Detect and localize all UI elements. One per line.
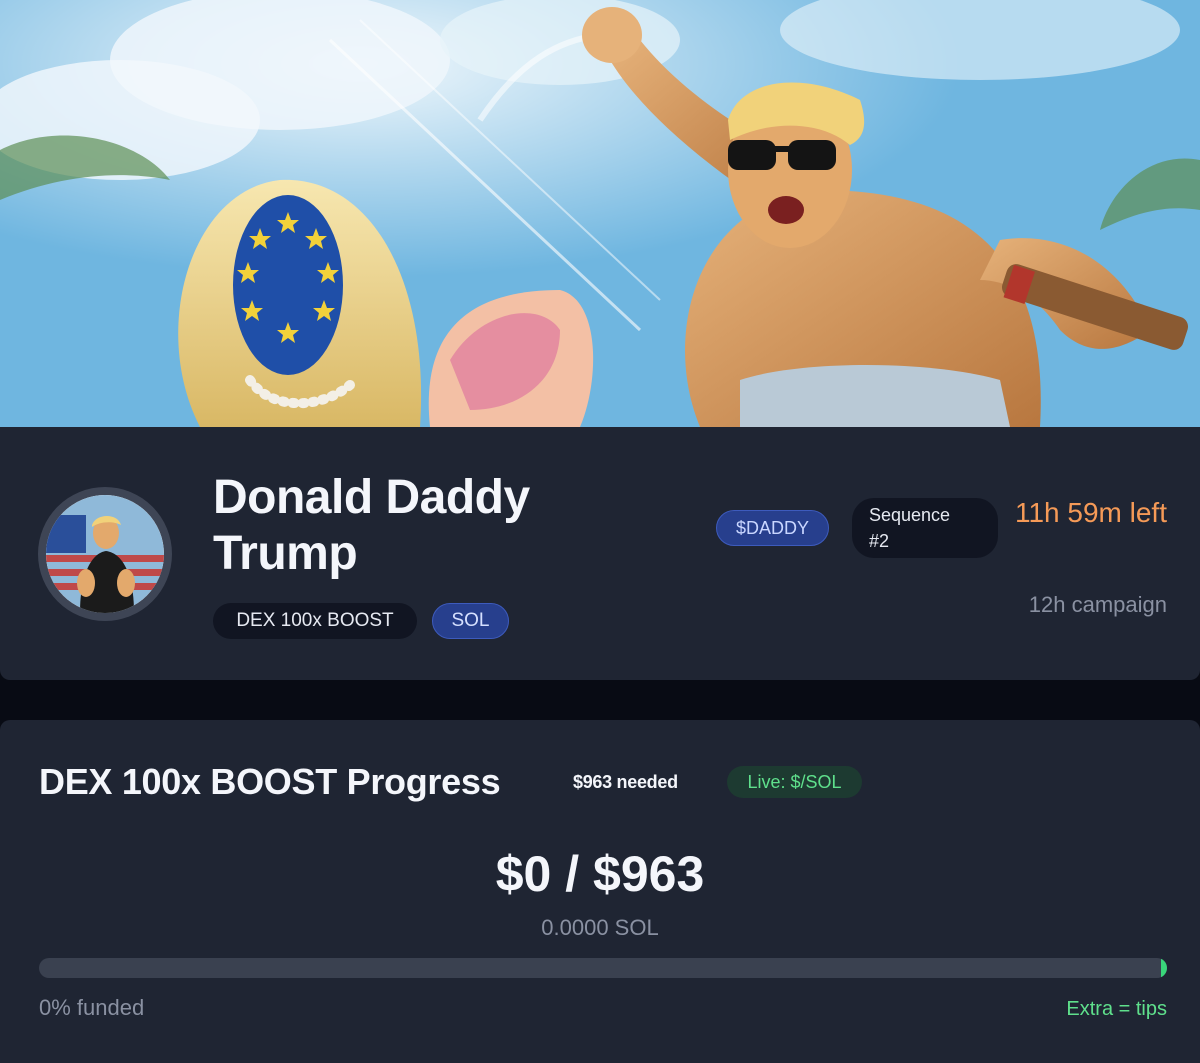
progress-bar-end-cap [1161, 958, 1167, 978]
funded-percent: 0% funded [39, 995, 145, 1020]
time-left: 11h 59m left [1014, 497, 1167, 528]
sol-amount: 0.0000 SOL [541, 915, 659, 940]
raised-amount: $0 / $963 [495, 846, 705, 902]
sequence-badge: Sequence #2 [852, 498, 998, 558]
campaign-banner [0, 0, 1200, 427]
tips-note: Extra = tips [1066, 998, 1167, 1020]
banner-illustration [0, 0, 1200, 427]
sequence-label: Sequence [869, 505, 951, 525]
token-avatar [46, 495, 164, 613]
amount-needed: $963 needed [573, 772, 678, 792]
live-price-badge: Live: $/SOL [727, 766, 862, 798]
chain-tag: SOL [432, 603, 509, 639]
sequence-number: #2 [869, 531, 890, 551]
campaign-length: 12h campaign [1028, 592, 1167, 617]
boost-tag: DEX 100x BOOST [213, 603, 417, 639]
progress-title: DEX 100x BOOST Progress [39, 761, 501, 802]
avatar-image [46, 495, 164, 613]
funding-progress-bar [39, 958, 1167, 978]
campaign-title: Donald Daddy Trump [213, 471, 530, 580]
ticker-badge: $DADDY [716, 510, 829, 546]
